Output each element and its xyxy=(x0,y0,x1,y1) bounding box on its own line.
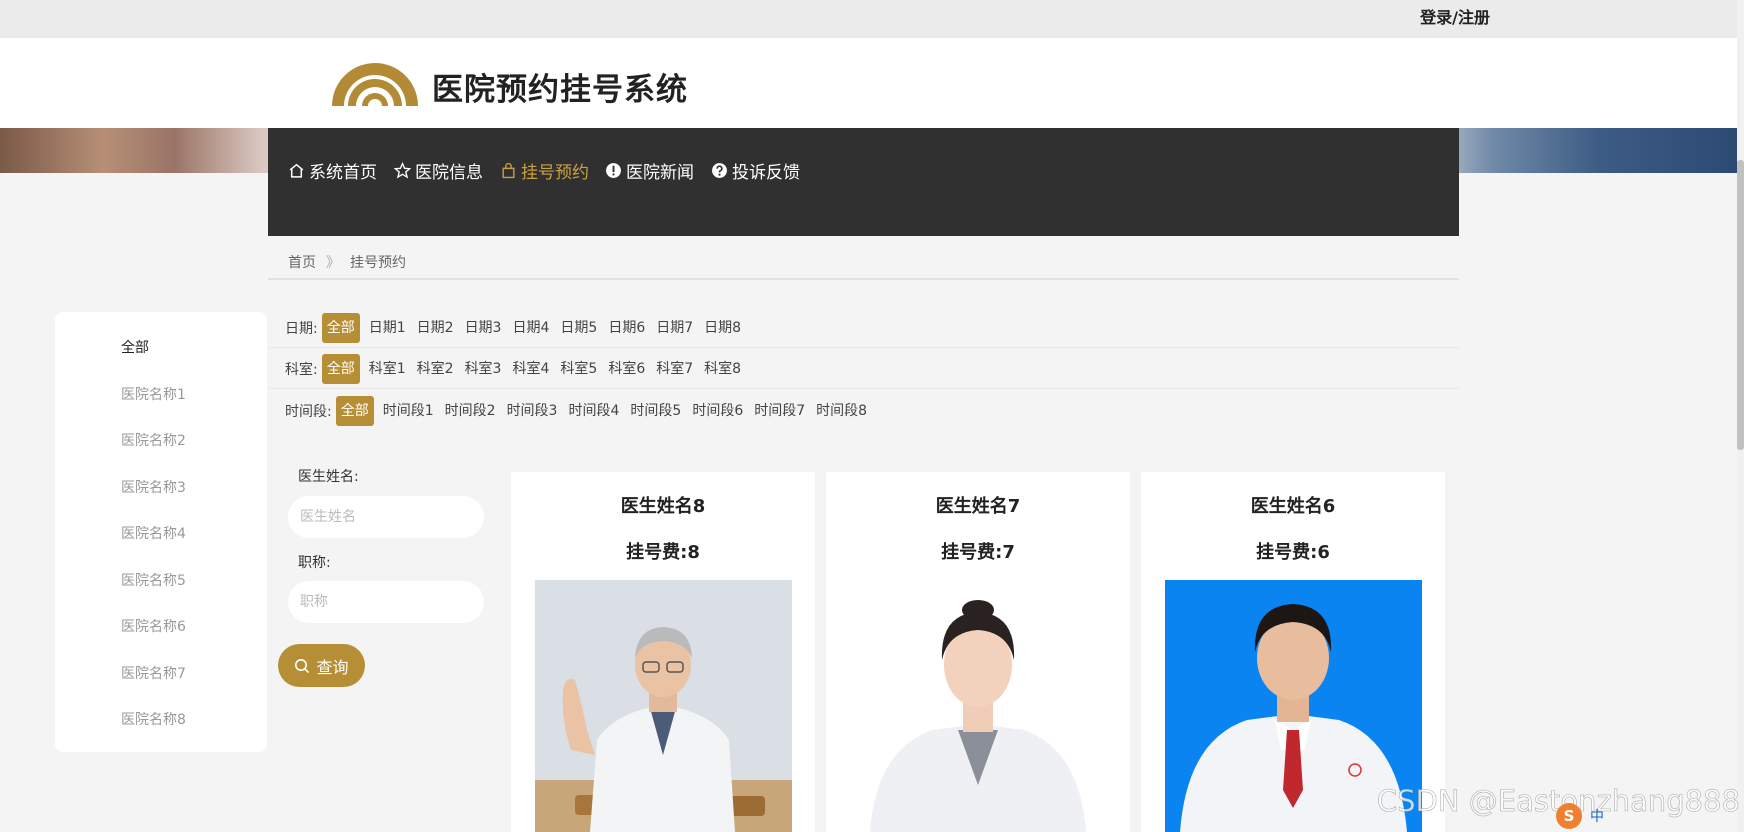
site-header: 医院预约挂号系统 xyxy=(0,38,1737,128)
doctor-name: 医生姓名6 xyxy=(1250,496,1336,517)
breadcrumb-home[interactable]: 首页 xyxy=(288,252,316,272)
department-option[interactable]: 科室6 xyxy=(603,354,650,384)
nav-item-feedback[interactable]: 投诉反馈 xyxy=(711,158,800,183)
date-option[interactable]: 日期3 xyxy=(460,313,507,343)
nav-item-label: 医院新闻 xyxy=(626,162,694,183)
doctor-card[interactable]: 医生姓名7 挂号费:7 xyxy=(826,472,1130,832)
search-button[interactable]: 查询 xyxy=(278,644,365,687)
timeslot-option[interactable]: 时间段4 xyxy=(563,396,624,426)
title-label: 职称: xyxy=(298,555,331,571)
department-option[interactable]: 科室5 xyxy=(555,354,602,384)
date-option[interactable]: 日期1 xyxy=(364,313,411,343)
department-option[interactable]: 科室1 xyxy=(364,354,411,384)
ime-language[interactable]: 中 xyxy=(1590,806,1604,826)
doctor-name-input[interactable] xyxy=(288,496,484,538)
timeslot-option-all[interactable]: 全部 xyxy=(335,396,374,426)
date-filter-label: 日期: xyxy=(285,320,318,337)
doctor-fee: 挂号费:7 xyxy=(941,542,1015,563)
breadcrumb: 首页 》 挂号预约 xyxy=(288,252,406,272)
timeslot-filter-label: 时间段: xyxy=(285,404,332,420)
sidebar-item-hospital-8[interactable]: 医院名称8 xyxy=(121,709,186,729)
main-nav: 系统首页 医院信息 挂号预约 医院新闻 投诉反馈 xyxy=(268,128,1459,236)
department-option[interactable]: 科室7 xyxy=(651,354,698,384)
sidebar-item-hospital-3[interactable]: 医院名称3 xyxy=(121,477,186,497)
date-filter-row: 日期: 全部 日期1 日期2 日期3 日期4 日期5 日期6 日期7 日期8 xyxy=(268,308,1459,348)
date-option[interactable]: 日期8 xyxy=(699,313,746,343)
home-icon xyxy=(289,163,304,178)
scrollbar-thumb[interactable] xyxy=(1737,160,1744,450)
department-option[interactable]: 科室2 xyxy=(412,354,459,384)
sidebar-item-hospital-6[interactable]: 医院名称6 xyxy=(121,616,186,636)
nav-item-label: 投诉反馈 xyxy=(732,162,800,183)
search-button-label: 查询 xyxy=(316,657,349,677)
login-register-link[interactable]: 登录/注册 xyxy=(1420,4,1490,28)
doctor-photo xyxy=(535,580,792,832)
search-icon xyxy=(295,658,310,673)
title-input[interactable] xyxy=(288,581,484,623)
timeslot-option[interactable]: 时间段2 xyxy=(440,396,501,426)
site-title: 医院预约挂号系统 xyxy=(432,72,688,108)
nav-item-label: 挂号预约 xyxy=(521,162,589,183)
ime-logo-icon: S xyxy=(1556,803,1582,829)
timeslot-filter-row: 时间段: 全部 时间段1 时间段2 时间段3 时间段4 时间段5 时间段6 时间… xyxy=(268,391,1459,431)
doctor-card[interactable]: 医生姓名6 挂号费:6 xyxy=(1141,472,1445,832)
sidebar-item-hospital-5[interactable]: 医院名称5 xyxy=(121,570,186,590)
date-option[interactable]: 日期4 xyxy=(507,313,554,343)
hospital-sidebar: 全部 医院名称1 医院名称2 医院名称3 医院名称4 医院名称5 医院名称6 医… xyxy=(55,312,267,752)
star-icon xyxy=(394,161,411,179)
department-option-all[interactable]: 全部 xyxy=(321,353,360,384)
doctor-photo xyxy=(850,580,1107,832)
top-bar: 登录/注册 xyxy=(0,0,1744,38)
department-filter-row: 科室: 全部 科室1 科室2 科室3 科室4 科室5 科室6 科室7 科室8 xyxy=(268,349,1459,389)
date-option[interactable]: 日期5 xyxy=(555,313,602,343)
nav-item-hospital-info[interactable]: 医院信息 xyxy=(394,158,483,183)
timeslot-option[interactable]: 时间段8 xyxy=(811,396,872,426)
doctor-name: 医生姓名7 xyxy=(935,496,1021,517)
bag-icon xyxy=(502,162,515,178)
nav-item-label: 医院信息 xyxy=(415,162,483,183)
sidebar-item-all[interactable]: 全部 xyxy=(121,337,149,357)
breadcrumb-current: 挂号预约 xyxy=(350,255,406,271)
nav-item-news[interactable]: 医院新闻 xyxy=(605,158,694,183)
date-option[interactable]: 日期2 xyxy=(412,313,459,343)
divider xyxy=(268,278,1459,280)
nav-item-home[interactable]: 系统首页 xyxy=(288,158,377,183)
sidebar-item-hospital-2[interactable]: 医院名称2 xyxy=(121,430,186,450)
timeslot-option[interactable]: 时间段1 xyxy=(378,396,439,426)
doctor-name-label: 医生姓名: xyxy=(298,469,359,485)
doctor-fee: 挂号费:6 xyxy=(1256,542,1330,563)
sidebar-item-hospital-7[interactable]: 医院名称7 xyxy=(121,663,186,683)
date-option-all[interactable]: 全部 xyxy=(321,312,360,343)
department-filter-label: 科室: xyxy=(285,361,318,378)
logo-icon xyxy=(332,63,418,106)
sidebar-item-hospital-1[interactable]: 医院名称1 xyxy=(121,384,186,404)
doctor-card[interactable]: 医生姓名8 挂号费:8 xyxy=(511,472,815,832)
doctor-name: 医生姓名8 xyxy=(620,496,706,517)
department-option[interactable]: 科室3 xyxy=(460,354,507,384)
department-option[interactable]: 科室8 xyxy=(699,354,746,384)
question-icon xyxy=(712,162,727,178)
timeslot-option[interactable]: 时间段7 xyxy=(749,396,810,426)
date-option[interactable]: 日期7 xyxy=(651,313,698,343)
alert-icon xyxy=(606,162,621,178)
doctor-fee: 挂号费:8 xyxy=(626,542,700,563)
timeslot-option[interactable]: 时间段5 xyxy=(625,396,686,426)
timeslot-option[interactable]: 时间段3 xyxy=(502,396,563,426)
date-option[interactable]: 日期6 xyxy=(603,313,650,343)
timeslot-option[interactable]: 时间段6 xyxy=(687,396,748,426)
sidebar-item-hospital-4[interactable]: 医院名称4 xyxy=(121,523,186,543)
nav-item-appointment[interactable]: 挂号预约 xyxy=(500,158,589,183)
department-option[interactable]: 科室4 xyxy=(507,354,554,384)
breadcrumb-separator: 》 xyxy=(326,255,340,271)
ime-toolbar[interactable]: S 中 xyxy=(1556,803,1604,829)
nav-item-label: 系统首页 xyxy=(309,162,377,183)
